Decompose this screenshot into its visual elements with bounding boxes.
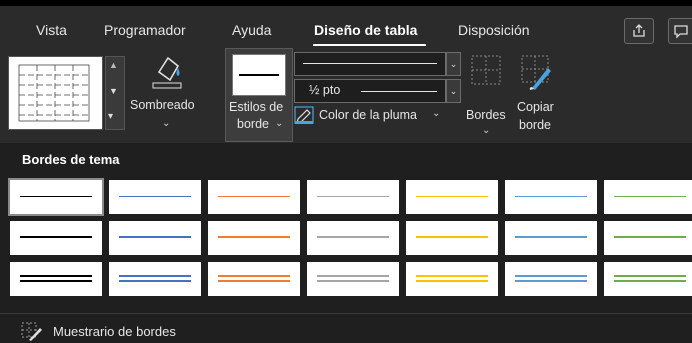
chevron-down-icon: ⌄: [162, 118, 171, 129]
border-style-option[interactable]: [109, 221, 201, 255]
border-style-option[interactable]: [8, 178, 104, 216]
tab-disposicion[interactable]: Disposición: [458, 22, 530, 38]
border-styles-label-2: borde: [237, 117, 269, 131]
line-style-dropdown[interactable]: [294, 52, 446, 76]
comment-icon[interactable]: [668, 18, 692, 44]
border-line-sample: [119, 196, 191, 197]
border-line-sample: [119, 280, 191, 282]
borders-label: Bordes: [466, 108, 506, 122]
tab-ayuda[interactable]: Ayuda: [232, 22, 271, 38]
border-style-option[interactable]: [604, 221, 692, 255]
share-icon[interactable]: [624, 18, 654, 44]
border-style-option[interactable]: [10, 221, 102, 255]
table-styles-gallery[interactable]: [8, 56, 103, 130]
border-line-sample: [614, 280, 686, 282]
border-line-sample: [416, 196, 488, 197]
border-sampler-label: Muestrario de bordes: [53, 324, 176, 339]
border-style-option[interactable]: [307, 180, 399, 214]
border-styles-label-1: Estilos de: [229, 100, 284, 114]
border-style-option[interactable]: [208, 221, 300, 255]
border-line-sample: [515, 280, 587, 282]
border-style-option[interactable]: [505, 221, 597, 255]
border-style-option[interactable]: [505, 180, 597, 214]
border-style-option[interactable]: [505, 262, 597, 296]
border-line-sample: [515, 196, 587, 197]
scroll-down-icon[interactable]: ▼: [109, 86, 118, 96]
theme-borders-panel: Bordes de tema Muestrario de bordes: [0, 143, 692, 343]
chevron-down-icon: ⌄: [482, 125, 491, 136]
tab-diseno-de-tabla[interactable]: Diseño de tabla: [314, 22, 417, 38]
gallery-scroll-control[interactable]: ▲ ▼ ▾: [105, 56, 125, 130]
border-style-option[interactable]: [208, 180, 300, 214]
border-style-option[interactable]: [604, 262, 692, 296]
border-line-sample: [614, 236, 686, 238]
chevron-down-icon: ⌄: [432, 108, 441, 119]
line-weight-dropdown[interactable]: ½ pto: [294, 79, 446, 103]
copy-border-label-2: borde: [519, 118, 551, 132]
border-line-sample: [218, 280, 290, 282]
border-style-option[interactable]: [10, 262, 102, 296]
copy-border-button[interactable]: Copiar borde: [512, 48, 562, 140]
shading-label: Sombreado: [130, 98, 195, 112]
border-line-sample: [20, 275, 92, 277]
border-line-sample: [317, 196, 389, 197]
copy-border-label-1: Copiar: [517, 100, 554, 114]
chevron-down-icon: ⌄: [275, 118, 284, 129]
panel-title: Bordes de tema: [22, 152, 120, 167]
border-line-sample: [416, 236, 488, 238]
tab-programador[interactable]: Programador: [104, 22, 186, 38]
border-style-option[interactable]: [604, 180, 692, 214]
border-line-sample: [614, 275, 686, 277]
border-style-option[interactable]: [406, 221, 498, 255]
border-line-sample: [218, 196, 290, 197]
border-line-sample: [515, 236, 587, 238]
border-line-sample: [317, 236, 389, 238]
border-line-sample: [119, 275, 191, 277]
border-line-sample: [119, 236, 191, 238]
scroll-up-icon[interactable]: ▲: [109, 60, 118, 70]
borders-button[interactable]: Bordes ⌄: [462, 48, 510, 140]
pen-color-label: Color de la pluma: [319, 108, 417, 122]
border-line-sample: [614, 196, 686, 197]
chevron-down-icon[interactable]: ⌄: [446, 79, 461, 103]
border-style-option[interactable]: [406, 262, 498, 296]
border-style-swatch: [232, 54, 286, 96]
border-sampler-icon: [21, 322, 42, 341]
pen-color-icon: [294, 106, 314, 124]
border-line-sample: [416, 280, 488, 282]
ribbon-panel: ▲ ▼ ▾ Sombreado ⌄ Estilos de borde ⌄ ⌄ ½…: [0, 46, 692, 144]
paint-bucket-icon: [152, 56, 182, 89]
border-style-option[interactable]: [307, 262, 399, 296]
border-line-sample: [20, 280, 92, 282]
border-line-sample: [218, 275, 290, 277]
border-style-option[interactable]: [109, 262, 201, 296]
border-line-sample: [416, 275, 488, 277]
gallery-more-icon[interactable]: ▾: [108, 111, 113, 122]
border-line-sample: [515, 275, 587, 277]
shading-button[interactable]: Sombreado ⌄: [126, 48, 208, 140]
border-style-option[interactable]: [307, 221, 399, 255]
border-line-sample: [218, 236, 290, 238]
table-style-preview-icon: [18, 64, 90, 122]
chevron-down-icon[interactable]: ⌄: [446, 52, 461, 76]
border-style-option[interactable]: [406, 180, 498, 214]
border-style-option[interactable]: [109, 180, 201, 214]
border-line-sample: [20, 236, 92, 238]
tab-vista[interactable]: Vista: [36, 22, 67, 38]
ribbon-tab-bar: Vista Programador Ayuda Diseño de tabla …: [0, 6, 692, 47]
line-weight-value: ½ pto: [309, 83, 341, 97]
border-style-option[interactable]: [208, 262, 300, 296]
borders-grid-icon: [471, 55, 501, 85]
panel-divider: [0, 313, 692, 314]
border-line-sample: [317, 280, 389, 282]
border-line-sample: [20, 196, 92, 197]
border-line-sample: [317, 275, 389, 277]
border-painter-icon: [521, 55, 551, 90]
